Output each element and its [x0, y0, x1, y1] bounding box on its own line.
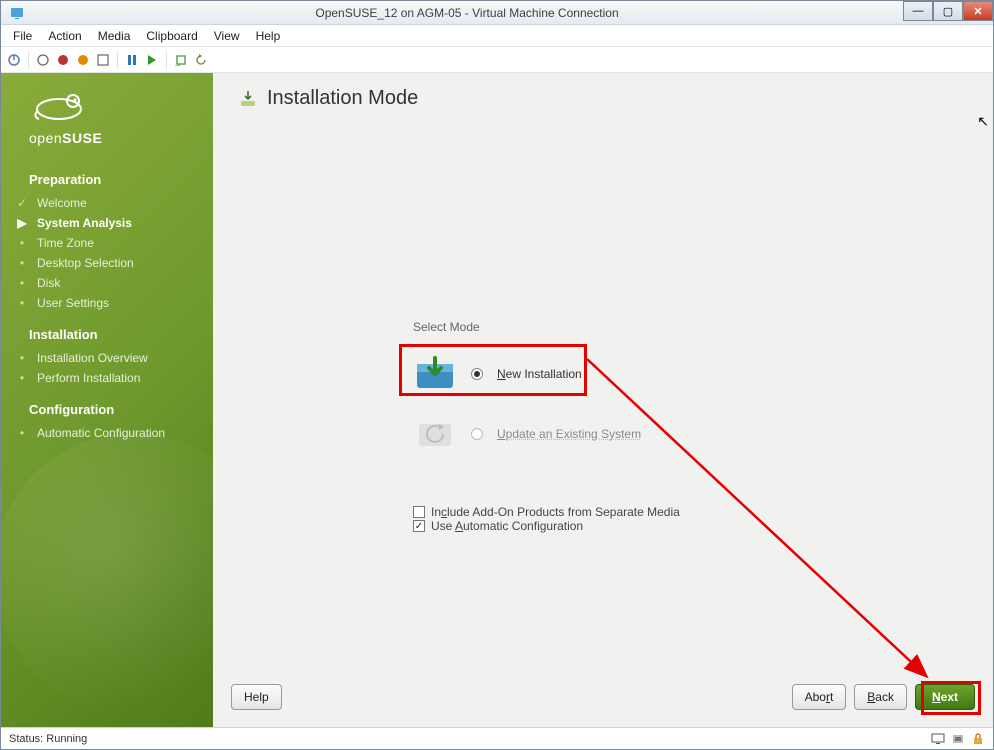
option-new-installation[interactable]: New Installation: [403, 350, 803, 398]
sidebar-item-system-analysis[interactable]: ▶System Analysis: [15, 213, 213, 233]
titlebar: OpenSUSE_12 on AGM-05 - Virtual Machine …: [1, 1, 993, 25]
option-update-existing: Update an Existing System: [403, 410, 803, 458]
box-arrow-down-icon: [413, 356, 457, 392]
section-title-preparation: Preparation: [1, 158, 213, 193]
checkbox-include-addon[interactable]: Include Add-On Products from Separate Me…: [413, 505, 680, 519]
minimize-button[interactable]: —: [903, 1, 933, 21]
menu-media[interactable]: Media: [92, 27, 137, 45]
sidebar-item-desktop-selection[interactable]: •Desktop Selection: [15, 253, 213, 273]
next-button[interactable]: Next: [915, 684, 975, 710]
display-icon[interactable]: [931, 732, 945, 746]
sidebar-item-welcome[interactable]: ✓Welcome: [15, 193, 213, 213]
dot-icon: •: [15, 426, 29, 440]
checkbox-group: Include Add-On Products from Separate Me…: [413, 505, 680, 533]
page-header: Installation Mode: [213, 73, 993, 110]
dot-icon: •: [15, 351, 29, 365]
installer-sidebar: openSUSE Preparation ✓Welcome ▶System An…: [1, 73, 213, 727]
back-button[interactable]: Back: [854, 684, 907, 710]
nic-icon[interactable]: [951, 732, 965, 746]
checkbox-auto-config-label: Use Automatic Configuration: [431, 519, 583, 533]
section-list-installation: •Installation Overview •Perform Installa…: [1, 348, 213, 388]
close-button[interactable]: ✕: [963, 1, 993, 21]
maximize-button[interactable]: ▢: [933, 1, 963, 21]
radio-new-installation[interactable]: [471, 368, 483, 380]
dot-icon: •: [15, 296, 29, 310]
menu-view[interactable]: View: [208, 27, 246, 45]
toolbar: [1, 47, 993, 73]
arrow-right-icon: ▶: [15, 216, 29, 230]
footer-buttons: Help Abort Back Next: [213, 677, 993, 727]
option-new-installation-label: New Installation: [497, 367, 582, 381]
chameleon-logo-icon: [29, 87, 89, 123]
option-update-existing-label: Update an Existing System: [497, 427, 641, 441]
status-text: Status: Running: [9, 733, 87, 745]
dot-icon: •: [15, 256, 29, 270]
save-icon[interactable]: [94, 51, 112, 69]
brand-text: openSUSE: [29, 130, 197, 146]
reset-icon[interactable]: [143, 51, 161, 69]
select-mode-label: Select Mode: [413, 320, 480, 334]
section-title-installation: Installation: [1, 313, 213, 348]
checkbox-auto-config[interactable]: ✓ Use Automatic Configuration: [413, 519, 680, 533]
start-icon[interactable]: [34, 51, 52, 69]
sidebar-item-perform-installation[interactable]: •Perform Installation: [15, 368, 213, 388]
sidebar-item-installation-overview[interactable]: •Installation Overview: [15, 348, 213, 368]
menu-action[interactable]: Action: [42, 27, 87, 45]
menubar: File Action Media Clipboard View Help: [1, 25, 993, 47]
guest-display: openSUSE Preparation ✓Welcome ▶System An…: [1, 73, 993, 727]
sidebar-item-time-zone[interactable]: •Time Zone: [15, 233, 213, 253]
radio-update-existing: [471, 428, 483, 440]
install-mode-icon: [239, 90, 257, 108]
shutdown-icon[interactable]: [74, 51, 92, 69]
abort-button[interactable]: Abort: [792, 684, 847, 710]
menu-help[interactable]: Help: [250, 27, 287, 45]
statusbar: Status: Running: [1, 727, 993, 749]
brand-block: openSUSE: [1, 87, 213, 158]
cursor-icon: ↖: [977, 113, 989, 130]
check-icon: ✓: [15, 196, 29, 210]
sidebar-item-automatic-configuration[interactable]: •Automatic Configuration: [15, 423, 213, 443]
ctrl-alt-del-icon[interactable]: [5, 51, 23, 69]
snapshot-icon[interactable]: [172, 51, 190, 69]
revert-icon[interactable]: [192, 51, 210, 69]
checkbox-checked-icon[interactable]: ✓: [413, 520, 425, 532]
window-title: OpenSUSE_12 on AGM-05 - Virtual Machine …: [31, 6, 903, 20]
checkbox-icon[interactable]: [413, 506, 425, 518]
help-button[interactable]: Help: [231, 684, 282, 710]
dot-icon: •: [15, 276, 29, 290]
refresh-box-icon: [413, 416, 457, 452]
statusbar-icons: [931, 732, 985, 746]
menu-clipboard[interactable]: Clipboard: [140, 27, 203, 45]
section-title-configuration: Configuration: [1, 388, 213, 423]
installer-main: Installation Mode Select Mode New Instal…: [213, 73, 993, 727]
checkbox-include-addon-label: Include Add-On Products from Separate Me…: [431, 505, 680, 519]
sidebar-item-disk[interactable]: •Disk: [15, 273, 213, 293]
turnoff-icon[interactable]: [54, 51, 72, 69]
section-list-preparation: ✓Welcome ▶System Analysis •Time Zone •De…: [1, 193, 213, 313]
app-icon: [9, 5, 25, 21]
sidebar-item-user-settings[interactable]: •User Settings: [15, 293, 213, 313]
window-controls: — ▢ ✕: [903, 1, 993, 24]
pause-icon[interactable]: [123, 51, 141, 69]
page-title: Installation Mode: [267, 87, 418, 110]
content-area: Select Mode New Installation: [213, 110, 993, 677]
vm-window: OpenSUSE_12 on AGM-05 - Virtual Machine …: [0, 0, 994, 750]
section-list-configuration: •Automatic Configuration: [1, 423, 213, 443]
menu-file[interactable]: File: [7, 27, 38, 45]
lock-icon[interactable]: [971, 732, 985, 746]
dot-icon: •: [15, 371, 29, 385]
dot-icon: •: [15, 236, 29, 250]
